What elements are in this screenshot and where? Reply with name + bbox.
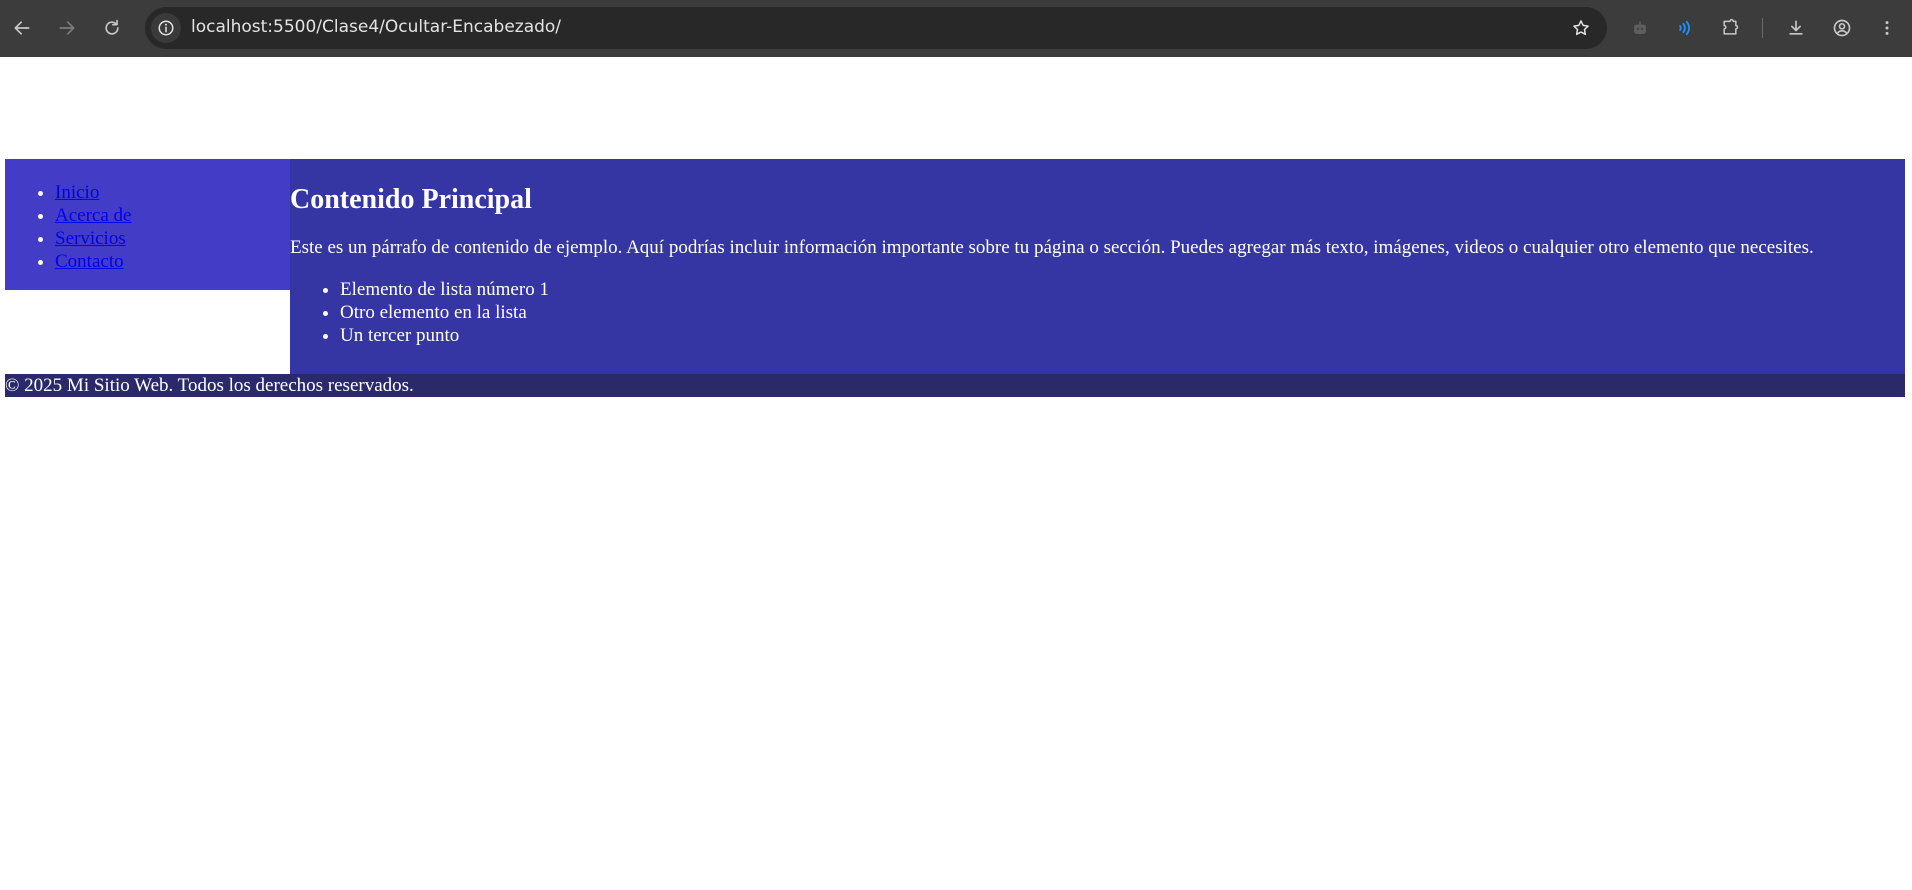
nav-item: Servicios bbox=[55, 227, 290, 250]
robot-icon bbox=[1634, 21, 1646, 34]
footer-text: © 2025 Mi Sitio Web. Todos los derechos … bbox=[5, 375, 414, 396]
reload-icon bbox=[105, 19, 119, 35]
nav-list: Inicio Acerca de Servicios Contacto bbox=[5, 159, 290, 273]
gemini-button[interactable] bbox=[1624, 12, 1656, 44]
url-text[interactable]: localhost:5500/Clase4/Ocultar-Encabezado… bbox=[191, 17, 561, 37]
back-button[interactable] bbox=[6, 12, 38, 44]
sidebar-nav: Inicio Acerca de Servicios Contacto bbox=[5, 159, 290, 290]
arrow-left-icon bbox=[14, 21, 30, 35]
nav-link-servicios[interactable]: Servicios bbox=[55, 228, 126, 249]
star-icon bbox=[1573, 20, 1589, 36]
list-item: Otro elemento en la lista bbox=[340, 301, 1905, 324]
content-row: Inicio Acerca de Servicios Contacto Cont… bbox=[5, 159, 1905, 374]
read-aloud-button[interactable] bbox=[1669, 12, 1701, 44]
downloads-button[interactable] bbox=[1780, 12, 1812, 44]
main-list: Elemento de lista número 1 Otro elemento… bbox=[290, 278, 1905, 347]
toolbar-divider bbox=[1762, 18, 1763, 38]
nav-link-contacto[interactable]: Contacto bbox=[55, 251, 124, 272]
nav-item: Acerca de bbox=[55, 204, 290, 227]
reload-button[interactable] bbox=[96, 12, 128, 44]
extensions-button[interactable] bbox=[1714, 12, 1746, 44]
site-info-button[interactable] bbox=[151, 13, 181, 43]
browser-toolbar: localhost:5500/Clase4/Ocultar-Encabezado… bbox=[0, 0, 1912, 57]
info-icon bbox=[158, 20, 174, 36]
puzzle-icon bbox=[1723, 18, 1739, 35]
page-layout: Inicio Acerca de Servicios Contacto Cont… bbox=[5, 159, 1905, 397]
kebab-menu-icon bbox=[1885, 21, 1889, 35]
nav-link-acerca-de[interactable]: Acerca de bbox=[55, 205, 131, 226]
download-icon bbox=[1789, 20, 1803, 35]
browser-menu-button[interactable] bbox=[1871, 12, 1903, 44]
main-paragraph: Este es un párrafo de contenido de ejemp… bbox=[290, 237, 1814, 258]
address-bar[interactable]: localhost:5500/Clase4/Ocultar-Encabezado… bbox=[145, 7, 1607, 49]
arrow-right-icon bbox=[59, 21, 75, 35]
page-viewport: Inicio Acerca de Servicios Contacto Cont… bbox=[0, 57, 1912, 890]
account-circle-icon bbox=[1833, 19, 1851, 37]
page-footer: © 2025 Mi Sitio Web. Todos los derechos … bbox=[5, 374, 1905, 397]
audio-waves-icon bbox=[1679, 20, 1690, 36]
bookmark-button[interactable] bbox=[1567, 14, 1595, 42]
profile-button[interactable] bbox=[1826, 12, 1858, 44]
main-content: Contenido Principal Este es un párrafo d… bbox=[290, 159, 1905, 374]
list-item: Un tercer punto bbox=[340, 324, 1905, 347]
main-title: Contenido Principal bbox=[290, 184, 532, 215]
nav-link-inicio[interactable]: Inicio bbox=[55, 182, 99, 203]
nav-item: Inicio bbox=[55, 181, 290, 204]
forward-button[interactable] bbox=[51, 12, 83, 44]
list-item: Elemento de lista número 1 bbox=[340, 278, 1905, 301]
nav-item: Contacto bbox=[55, 250, 290, 273]
